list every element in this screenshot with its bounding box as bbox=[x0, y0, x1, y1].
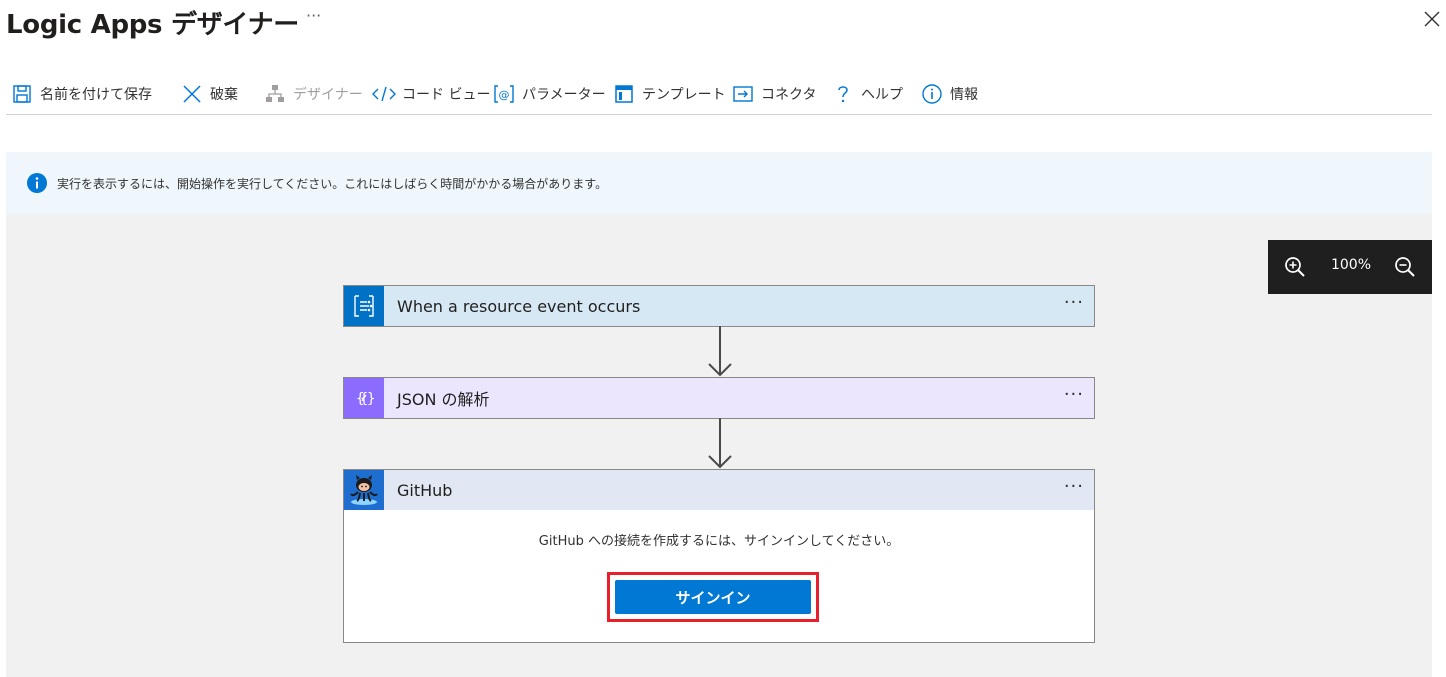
github-octocat-icon bbox=[344, 470, 384, 510]
code-view-icon bbox=[372, 82, 396, 106]
save-as-button[interactable]: 名前を付けて保存 bbox=[10, 80, 152, 108]
step-more-icon[interactable]: ··· bbox=[1064, 476, 1084, 497]
github-signin-message: GitHub への接続を作成するには、サインインしてください。 bbox=[538, 534, 900, 549]
zoom-in-icon[interactable] bbox=[1284, 256, 1306, 282]
info-button[interactable]: 情報 bbox=[920, 80, 978, 108]
step-header[interactable]: GitHub ··· bbox=[344, 470, 1094, 510]
connectors-button[interactable]: コネクタ bbox=[731, 80, 816, 108]
svg-text:@: @ bbox=[499, 89, 510, 102]
designer-icon bbox=[263, 82, 287, 106]
code-view-label: コード ビュー bbox=[402, 87, 491, 103]
discard-label: 破棄 bbox=[210, 87, 238, 103]
step-card-parse-json[interactable]: { { } JSON の解析 ··· bbox=[343, 377, 1095, 419]
json-parse-icon: { { } bbox=[344, 378, 384, 418]
event-grid-icon bbox=[344, 286, 384, 326]
designer-label: デザイナー bbox=[293, 87, 363, 103]
templates-icon bbox=[612, 82, 636, 106]
more-options-icon[interactable]: ··· bbox=[306, 6, 321, 25]
templates-label: テンプレート bbox=[642, 87, 726, 103]
help-button[interactable]: ヘルプ bbox=[831, 80, 903, 108]
step-card-event-trigger[interactable]: When a resource event occurs ··· bbox=[343, 285, 1095, 327]
zoom-level: 100% bbox=[1330, 257, 1372, 273]
save-icon bbox=[10, 82, 34, 106]
info-circle-icon bbox=[27, 173, 47, 193]
discard-button[interactable]: 破棄 bbox=[180, 80, 238, 108]
signin-button[interactable]: サインイン bbox=[615, 580, 811, 614]
info-banner: 実行を表示するには、開始操作を実行してください。これにはしばらく時間がかかる場合… bbox=[6, 152, 1432, 214]
close-icon[interactable] bbox=[1423, 10, 1443, 30]
designer-button[interactable]: デザイナー bbox=[263, 80, 363, 108]
help-label: ヘルプ bbox=[861, 87, 903, 103]
connectors-label: コネクタ bbox=[761, 87, 817, 103]
parameters-button[interactable]: @ パラメーター bbox=[492, 80, 606, 108]
connector-arrow bbox=[708, 418, 732, 469]
connector-arrow bbox=[708, 326, 732, 377]
discard-icon bbox=[180, 82, 204, 106]
step-more-icon[interactable]: ··· bbox=[1064, 292, 1084, 313]
step-title: JSON の解析 bbox=[397, 390, 490, 409]
step-card-github[interactable]: GitHub ··· GitHub への接続を作成するには、サインインしてくださ… bbox=[343, 469, 1095, 643]
code-view-button[interactable]: コード ビュー bbox=[372, 80, 490, 108]
zoom-out-icon[interactable] bbox=[1394, 256, 1416, 282]
connectors-icon bbox=[731, 82, 755, 106]
parameters-icon: @ bbox=[492, 82, 516, 106]
step-more-icon[interactable]: ··· bbox=[1064, 384, 1084, 405]
github-body: GitHub への接続を作成するには、サインインしてください。 bbox=[344, 530, 1094, 549]
svg-text:}: } bbox=[367, 391, 375, 407]
command-bar: 名前を付けて保存 破棄 デザイナー コード ビュー @ パラメーター テンプレー… bbox=[6, 76, 1432, 115]
info-icon bbox=[920, 82, 944, 106]
step-header[interactable]: When a resource event occurs ··· bbox=[344, 286, 1094, 326]
templates-button[interactable]: テンプレート bbox=[612, 80, 726, 108]
signin-highlight: サインイン bbox=[607, 572, 819, 622]
zoom-control: 100% bbox=[1268, 240, 1432, 294]
step-header[interactable]: { { } JSON の解析 ··· bbox=[344, 378, 1094, 418]
step-title: GitHub bbox=[397, 480, 453, 500]
help-icon bbox=[831, 82, 855, 106]
step-title: When a resource event occurs bbox=[397, 296, 641, 316]
page-title: Logic Apps デザイナー bbox=[6, 10, 299, 40]
parameters-label: パラメーター bbox=[522, 87, 606, 103]
save-as-label: 名前を付けて保存 bbox=[40, 87, 152, 103]
info-label: 情報 bbox=[950, 87, 978, 103]
info-banner-text: 実行を表示するには、開始操作を実行してください。これにはしばらく時間がかかる場合… bbox=[57, 176, 608, 191]
